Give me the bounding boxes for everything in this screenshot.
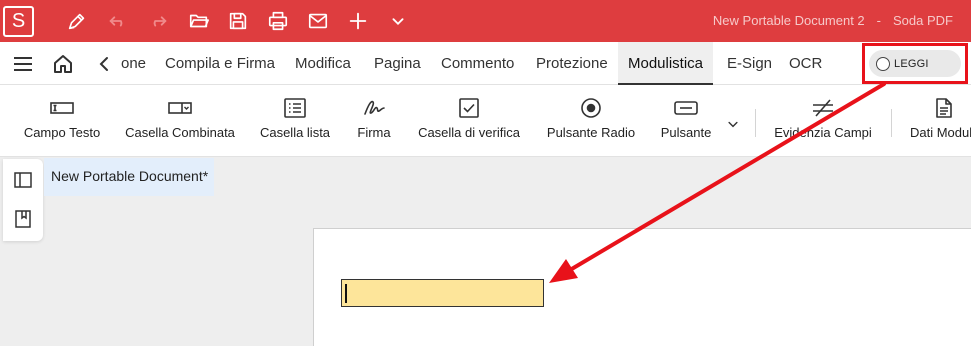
tab-protezione-partial[interactable]: one xyxy=(121,42,146,85)
app-name: Soda PDF xyxy=(893,13,953,28)
tab-compila-e-firma[interactable]: Compila e Firma xyxy=(165,42,275,85)
tab-e-sign[interactable]: E-Sign xyxy=(727,42,772,85)
home-icon[interactable] xyxy=(52,53,74,75)
tab-protezione[interactable]: Protezione xyxy=(536,42,608,85)
document-title: New Portable Document 2 xyxy=(712,13,865,28)
combo-box-icon xyxy=(168,97,192,119)
checkbox-icon xyxy=(457,97,481,119)
text-field-label: Campo Testo xyxy=(23,125,101,140)
chevron-left-icon[interactable] xyxy=(93,53,115,75)
radio-button-button[interactable]: Pulsante Radio xyxy=(540,85,642,157)
radio-button-icon xyxy=(579,97,603,119)
tab-ocr[interactable]: OCR xyxy=(789,42,822,85)
tab-modifica[interactable]: Modifica xyxy=(295,42,351,85)
window-title: New Portable Document 2- Soda PDF xyxy=(707,13,959,28)
save-icon[interactable] xyxy=(226,9,250,33)
signature-icon xyxy=(362,97,386,119)
ribbon-more-chevron-icon[interactable] xyxy=(724,115,742,133)
form-data-label: Dati Modul xyxy=(910,125,971,140)
app-logo[interactable]: S xyxy=(3,6,34,37)
form-data-button[interactable]: Dati Modul xyxy=(902,85,971,157)
text-field-button[interactable]: Campo Testo xyxy=(14,85,110,157)
combo-box-label: Casella Combinata xyxy=(125,125,235,140)
title-bar: S New Portable Document 2- Soda PDF xyxy=(0,0,971,42)
title-separator: - xyxy=(876,13,882,28)
tab-modulistica[interactable]: Modulistica xyxy=(618,42,714,85)
chevron-down-icon[interactable] xyxy=(386,9,410,33)
combo-box-button[interactable]: Casella Combinata xyxy=(120,85,240,157)
print-icon[interactable] xyxy=(266,9,290,33)
bookmark-icon[interactable] xyxy=(13,209,33,229)
hamburger-menu-icon[interactable] xyxy=(12,53,34,75)
form-data-icon xyxy=(932,97,956,119)
text-field-icon xyxy=(50,97,74,119)
form-text-field[interactable] xyxy=(341,279,544,307)
list-box-button[interactable]: Casella lista xyxy=(254,85,336,157)
signature-button[interactable]: Firma xyxy=(348,85,400,157)
ribbon-separator xyxy=(755,109,756,137)
read-mode-toggle[interactable]: LEGGI xyxy=(869,50,961,77)
read-mode-label: LEGGI xyxy=(894,57,929,70)
push-button-button[interactable]: Pulsante xyxy=(652,85,720,157)
list-box-label: Casella lista xyxy=(259,125,331,140)
highlight-fields-label: Evidenzia Campi xyxy=(774,125,872,140)
push-button-label: Pulsante xyxy=(660,125,712,140)
highlight-fields-button[interactable]: Evidenzia Campi xyxy=(766,85,880,157)
checkbox-button[interactable]: Casella di verifica xyxy=(410,85,528,157)
add-icon[interactable] xyxy=(346,9,370,33)
text-caret xyxy=(345,284,347,303)
highlight-fields-icon xyxy=(811,97,835,119)
open-folder-icon[interactable] xyxy=(187,9,211,33)
redo-icon[interactable] xyxy=(146,9,170,33)
sign-pen-icon[interactable] xyxy=(65,9,89,33)
panel-toggle-icon[interactable] xyxy=(13,170,33,190)
push-button-icon xyxy=(674,97,698,119)
toggle-knob-icon xyxy=(876,56,890,71)
email-icon[interactable] xyxy=(306,9,330,33)
tab-pagina[interactable]: Pagina xyxy=(374,42,421,85)
radio-button-label: Pulsante Radio xyxy=(546,125,636,140)
tab-commento[interactable]: Commento xyxy=(441,42,514,85)
read-mode-highlight: LEGGI xyxy=(862,43,968,84)
side-panel xyxy=(3,159,43,241)
tab-bar: one Compila e Firma Modifica Pagina Comm… xyxy=(0,42,971,85)
ribbon-separator xyxy=(891,109,892,137)
list-box-icon xyxy=(283,97,307,119)
checkbox-label: Casella di verifica xyxy=(418,125,520,140)
ribbon-toolbar: Campo Testo Casella Combinata Casella li… xyxy=(0,85,971,157)
undo-icon[interactable] xyxy=(106,9,130,33)
document-tab[interactable]: New Portable Document* xyxy=(44,158,214,196)
signature-label: Firma xyxy=(357,125,391,140)
